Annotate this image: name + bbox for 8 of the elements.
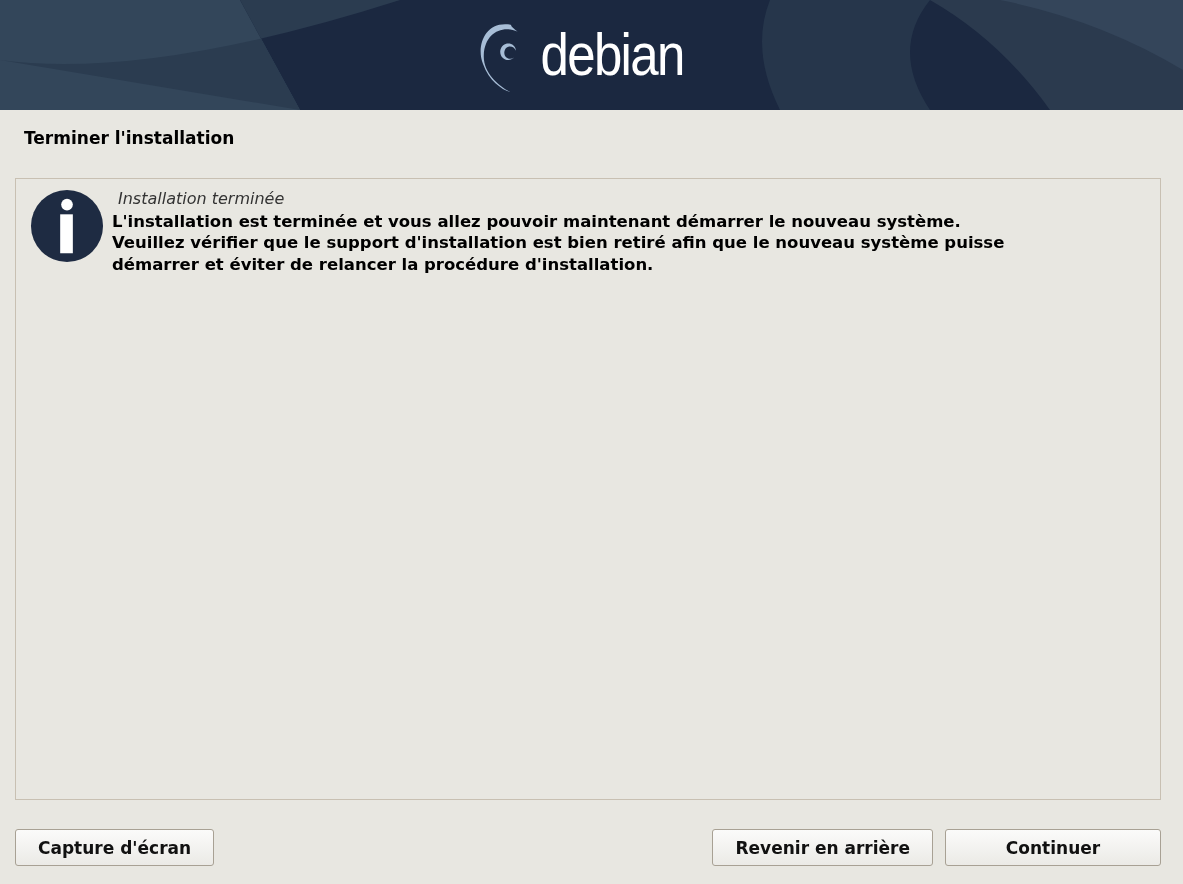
continue-button[interactable]: Continuer [945, 829, 1161, 866]
page-title: Terminer l'installation [23, 128, 236, 148]
info-icon [30, 189, 104, 263]
screenshot-button[interactable]: Capture d'écran [15, 829, 215, 866]
message-title: Installation terminée [117, 189, 286, 208]
logo-text: debian [541, 25, 684, 85]
back-button[interactable]: Revenir en arrière [712, 829, 933, 866]
message-text: L'installation est terminée et vous allez pouvoir maintenant démarrer le nouveau système. Veuillez vérifier que le support d'installation est bien retiré afin que le nouveau système puisse démarrer et éviter de relancer la procédure d'installation. [112, 211, 1005, 276]
